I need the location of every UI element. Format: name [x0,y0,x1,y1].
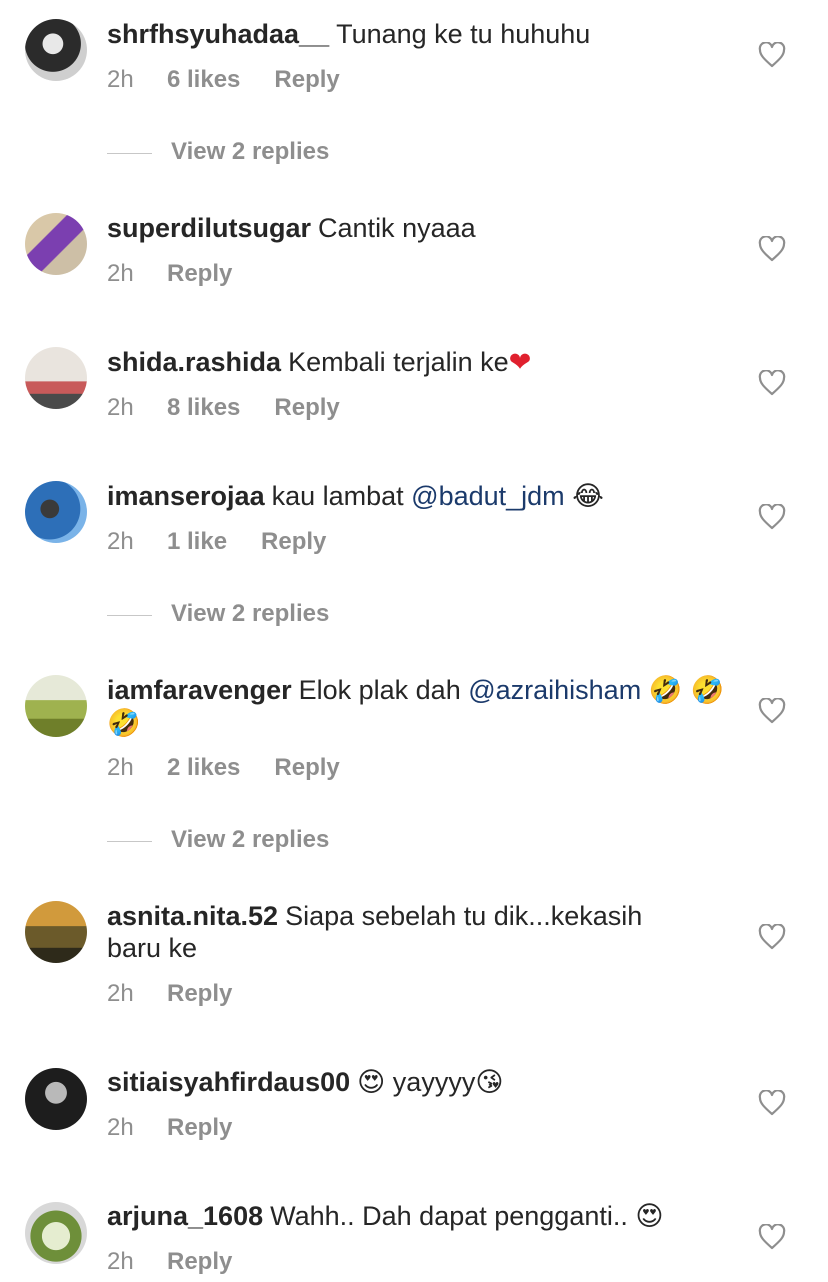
reply-button[interactable]: Reply [167,1248,232,1276]
reply-button[interactable]: Reply [167,980,232,1008]
heart-outline-icon[interactable] [758,236,786,262]
comment-username[interactable]: shida.rashida [107,347,281,377]
comment-time: 2h [107,260,134,287]
comment-likes[interactable]: 2 likes [167,754,240,782]
heart-outline-icon[interactable] [758,698,786,724]
heart-eyes-emoji: 😍 [635,1201,664,1232]
comment-username[interactable]: shrfhsyuhadaa__ [107,19,329,49]
heart-eyes-emoji: 😍 [357,1067,386,1098]
comment-likes[interactable]: 6 likes [167,66,240,94]
comment-text: kau lambat [271,481,412,511]
avatar[interactable] [25,213,87,275]
heart-outline-icon[interactable] [758,1090,786,1116]
comment-username[interactable]: sitiaisyahfirdaus00 [107,1067,350,1097]
mention-link[interactable]: @badut_jdm [411,481,565,511]
comment-username[interactable]: arjuna_1608 [107,1201,263,1231]
reply-button[interactable]: Reply [261,528,326,556]
red-heart-emoji: ❤ [508,347,532,378]
comment-time: 2h [107,754,134,781]
mention-link[interactable]: @azraihisham [468,675,641,705]
comment-username[interactable]: imanserojaa [107,481,265,511]
heart-outline-icon[interactable] [758,504,786,530]
comment-likes[interactable]: 1 like [167,528,227,556]
avatar[interactable] [25,675,87,737]
heart-outline-icon[interactable] [758,370,786,396]
view-replies-label[interactable]: View 2 replies [171,826,329,854]
avatar[interactable] [25,1068,87,1130]
avatar[interactable] [25,481,87,543]
comment-username[interactable]: asnita.nita.52 [107,901,278,931]
avatar[interactable] [25,347,87,409]
comment-time: 2h [107,66,134,93]
heart-outline-icon[interactable] [758,42,786,68]
reply-button[interactable]: Reply [274,754,339,782]
reply-button[interactable]: Reply [167,260,232,288]
comment-text: yayyyy [392,1067,476,1097]
avatar[interactable] [25,19,87,81]
heart-outline-icon[interactable] [758,1224,786,1250]
view-replies-label[interactable]: View 2 replies [171,138,329,166]
comment-time: 2h [107,1114,134,1141]
avatar[interactable] [25,901,87,963]
reply-button[interactable]: Reply [274,66,339,94]
divider-line [107,841,152,842]
laughing-emoji: 😂 [572,481,604,512]
comment-text: Tunang ke tu huhuhu [336,19,591,49]
reply-button[interactable]: Reply [274,394,339,422]
divider-line [107,153,152,154]
comment-likes[interactable]: 8 likes [167,394,240,422]
comment-text: Wahh.. Dah dapat pengganti.. [270,1201,636,1231]
heart-outline-icon[interactable] [758,924,786,950]
reply-button[interactable]: Reply [167,1114,232,1142]
comment-text: Cantik nyaaa [318,213,476,243]
comment-text: Kembali terjalin ke [288,347,509,377]
divider-line [107,615,152,616]
comment-username[interactable]: superdilutsugar [107,213,311,243]
kiss-emoji: 😘 [475,1067,504,1098]
view-replies-label[interactable]: View 2 replies [171,600,329,628]
comment-time: 2h [107,394,134,421]
comment-username[interactable]: iamfaravenger [107,675,292,705]
comment-time: 2h [107,528,134,555]
comment-time: 2h [107,1248,134,1275]
comment-text: Elok plak dah [298,675,469,705]
comment-time: 2h [107,980,134,1007]
avatar[interactable] [25,1202,87,1264]
